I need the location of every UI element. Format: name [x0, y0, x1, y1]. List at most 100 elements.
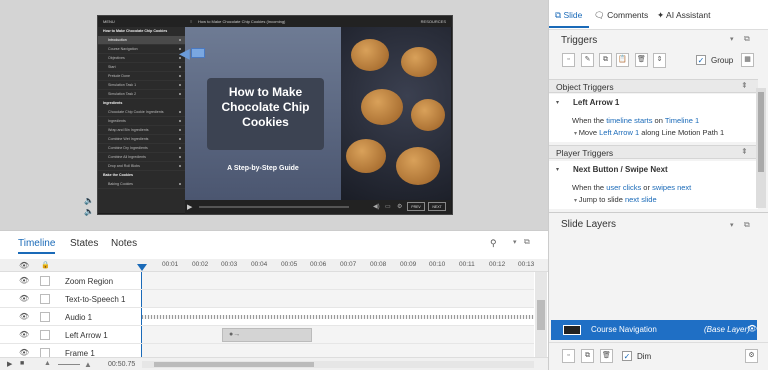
- eye-icon[interactable]: 👁: [747, 324, 757, 333]
- menu-section-title[interactable]: Bake the Cookies: [98, 171, 185, 180]
- tab-notes[interactable]: Notes: [111, 238, 137, 249]
- eye-icon[interactable]: 👁: [19, 348, 29, 357]
- chevron-down-icon[interactable]: ▾: [556, 99, 559, 106]
- slide-subtitle[interactable]: A Step-by-Step Guide: [185, 165, 341, 172]
- eye-icon[interactable]: 👁: [19, 330, 29, 339]
- menu-item[interactable]: Course Navigation: [98, 45, 185, 54]
- duplicate-layer-icon[interactable]: ⧉: [581, 349, 594, 363]
- lock-checkbox[interactable]: [40, 294, 50, 304]
- row-label[interactable]: Text-to-Speech 1: [65, 295, 125, 304]
- menu-item[interactable]: Ingredients: [98, 117, 185, 126]
- slide-title[interactable]: How to Make Chocolate Chip Cookies: [207, 78, 324, 150]
- menu-item[interactable]: Wrap and Bin Ingredients: [98, 126, 185, 135]
- new-layer-icon[interactable]: ▫: [562, 349, 575, 363]
- accessibility-icon[interactable]: ⚲: [490, 238, 497, 249]
- timeline-hscroll[interactable]: [142, 361, 534, 368]
- trigger-object-name[interactable]: Left Arrow 1: [573, 98, 619, 107]
- menu-item[interactable]: Start: [98, 63, 185, 72]
- lock-checkbox[interactable]: [40, 276, 50, 286]
- chevron-down-icon[interactable]: ▾: [730, 35, 734, 43]
- arrow-clip[interactable]: ●→: [222, 328, 312, 342]
- float-panel-icon[interactable]: ⧉: [744, 220, 750, 230]
- menu-item[interactable]: Objectives: [98, 54, 185, 63]
- audio-icon[interactable]: 🔈: [84, 207, 94, 216]
- lock-checkbox[interactable]: [40, 330, 50, 340]
- gear-icon[interactable]: ⚙: [745, 349, 758, 363]
- timeline-row[interactable]: 👁 Text-to-Speech 1: [0, 290, 534, 308]
- captions-icon[interactable]: ▭: [385, 203, 391, 210]
- play-icon[interactable]: ▶: [187, 203, 192, 211]
- next-button[interactable]: NEXT: [428, 202, 446, 211]
- menu-item[interactable]: Combine All Ingredients: [98, 153, 185, 162]
- prev-button[interactable]: PREV: [407, 202, 425, 211]
- timeline-row[interactable]: 👁 Left Arrow 1 ●→: [0, 326, 534, 344]
- collapse-icon[interactable]: ⇞: [741, 147, 748, 156]
- row-label[interactable]: Left Arrow 1: [65, 331, 108, 340]
- chevron-down-icon[interactable]: ▾: [513, 238, 517, 246]
- delete-layer-icon[interactable]: 🗑: [600, 349, 613, 363]
- menu-section-title[interactable]: How to Make Chocolate Chip Cookies: [98, 27, 185, 36]
- move-up-down-icon[interactable]: ⇕: [653, 53, 666, 68]
- tab-ai-assistant[interactable]: ✦ AI Assistant: [657, 10, 710, 21]
- trigger-action-text[interactable]: ▾ Move Left Arrow 1 along Line Motion Pa…: [574, 128, 724, 137]
- zoom-in-icon[interactable]: ▲: [84, 360, 92, 369]
- group-checkbox[interactable]: ✓: [696, 55, 706, 65]
- object-triggers-header[interactable]: Object Triggers ⇞: [549, 79, 758, 93]
- delete-icon[interactable]: 🗑: [635, 53, 648, 67]
- base-layer-row[interactable]: Course Navigation (Base Layer) 👁: [551, 320, 757, 340]
- timeline-row[interactable]: 👁 Audio 1: [0, 308, 534, 326]
- menu-item[interactable]: Chocolate Chip Cookie Ingredients: [98, 108, 185, 117]
- seekbar[interactable]: [199, 206, 349, 208]
- paste-icon[interactable]: 📋: [616, 53, 629, 67]
- volume-icon[interactable]: ◀): [373, 203, 380, 210]
- eye-icon[interactable]: 👁: [19, 294, 29, 303]
- resources-button[interactable]: RESOURCES: [421, 16, 446, 27]
- trigger-when-text[interactable]: When the timeline starts on Timeline 1: [572, 116, 699, 125]
- menu-item[interactable]: Drop and Roll Blobs: [98, 162, 185, 171]
- menu-item[interactable]: Baking Cookies: [98, 180, 185, 189]
- tab-slide[interactable]: ⧉ Slide: [555, 10, 582, 21]
- menu-item[interactable]: Introduction: [98, 36, 185, 45]
- menu-item[interactable]: Combine Wet Ingredients: [98, 135, 185, 144]
- cookies-image[interactable]: [341, 27, 451, 200]
- menu-item[interactable]: Prelude Done: [98, 72, 185, 81]
- row-label[interactable]: Zoom Region: [65, 277, 113, 286]
- stop-icon[interactable]: ■: [20, 360, 24, 367]
- menu-item[interactable]: Combine Dry Ingredients: [98, 144, 185, 153]
- play-icon[interactable]: ▶: [7, 360, 12, 368]
- zoom-slider[interactable]: [58, 364, 80, 365]
- chevron-down-icon[interactable]: ▾: [730, 221, 734, 229]
- new-trigger-icon[interactable]: ▫: [562, 53, 575, 67]
- eye-icon[interactable]: 👁: [19, 276, 29, 285]
- float-panel-icon[interactable]: ⧉: [524, 237, 530, 247]
- lock-icon[interactable]: 🔒: [41, 261, 50, 269]
- row-track[interactable]: [142, 290, 534, 307]
- tab-timeline[interactable]: Timeline: [18, 238, 56, 254]
- menu-section-title[interactable]: Ingredients: [98, 99, 185, 108]
- trigger-action-text[interactable]: ▾ Jump to slide next slide: [574, 195, 657, 204]
- chevron-down-icon[interactable]: ▾: [556, 166, 559, 173]
- playhead-icon[interactable]: [137, 264, 147, 271]
- lock-checkbox[interactable]: [40, 312, 50, 322]
- row-track[interactable]: [142, 272, 534, 289]
- audio-icon[interactable]: 🔈: [84, 196, 94, 205]
- trigger-object-name[interactable]: Next Button / Swipe Next: [573, 165, 668, 174]
- eye-icon[interactable]: 👁: [19, 312, 29, 321]
- tab-states[interactable]: States: [70, 238, 98, 249]
- timeline-vscroll[interactable]: [535, 272, 547, 358]
- dim-checkbox[interactable]: ✓: [622, 351, 632, 361]
- trigger-layout-icon[interactable]: ▦: [741, 53, 754, 67]
- menu-item[interactable]: Simulation Task 2: [98, 90, 185, 99]
- zoom-out-icon[interactable]: ▲: [44, 360, 51, 367]
- player-triggers-header[interactable]: Player Triggers ⇞: [549, 145, 758, 159]
- float-panel-icon[interactable]: ⧉: [744, 34, 750, 44]
- timeline-row[interactable]: 👁 Zoom Region: [0, 272, 534, 290]
- row-label[interactable]: Audio 1: [65, 313, 92, 322]
- tab-comments[interactable]: 🗨 Comments: [594, 10, 648, 21]
- collapse-icon[interactable]: ⇞: [741, 81, 748, 90]
- row-track[interactable]: [142, 326, 534, 343]
- copy-icon[interactable]: ⧉: [599, 53, 612, 67]
- eye-icon[interactable]: 👁: [19, 261, 29, 270]
- trigger-when-text[interactable]: When the user clicks or swipes next: [572, 183, 691, 192]
- panel-scrollbar[interactable]: [756, 88, 766, 208]
